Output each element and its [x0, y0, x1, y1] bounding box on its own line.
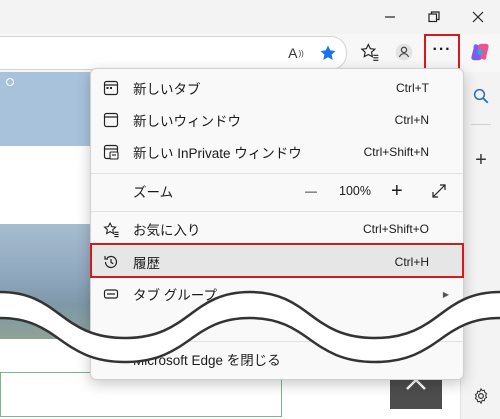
zoom-label: ズーム — [133, 185, 174, 200]
fullscreen-button[interactable] — [431, 183, 449, 201]
copilot-button[interactable] — [466, 38, 494, 66]
favorites-icon — [360, 43, 379, 61]
menu-item-new-window[interactable]: 新しいウィンドウ Ctrl+N — [91, 104, 463, 136]
menu-item-label: タブ グループ — [133, 288, 217, 303]
menu-item-shortcut: Ctrl+N — [394, 113, 429, 127]
menu-item-zoom: ズーム — 100% + — [91, 174, 463, 208]
menu-item-shortcut: Ctrl+Shift+O — [362, 222, 429, 236]
menu-item-favorites[interactable]: お気に入り Ctrl+Shift+O — [91, 213, 463, 245]
history-highlight-box — [90, 243, 464, 278]
tab-groups-icon — [102, 285, 120, 303]
menu-item-label: お気に入り — [133, 223, 201, 238]
restore-icon — [428, 11, 440, 23]
new-tab-icon — [102, 79, 120, 97]
minimize-button[interactable] — [368, 0, 412, 34]
gear-icon — [474, 387, 488, 405]
zoom-out-button[interactable]: — — [305, 184, 317, 198]
copilot-icon — [471, 43, 489, 61]
minimize-icon — [385, 16, 395, 18]
sidebar-settings-button[interactable] — [469, 384, 493, 408]
close-window-button[interactable] — [456, 0, 500, 34]
address-bar[interactable]: A)) — [0, 36, 347, 70]
profile-icon — [395, 43, 413, 61]
zoom-in-button[interactable]: + — [391, 180, 403, 203]
submenu-arrow-icon: ▶ — [442, 289, 449, 299]
read-aloud-icon: A — [288, 45, 298, 61]
sidebar-search-button[interactable] — [469, 84, 493, 108]
menu-item-close-edge[interactable]: Microsoft Edge を閉じる — [91, 343, 463, 375]
new-window-icon — [102, 111, 120, 129]
sidebar-add-button[interactable]: + — [469, 148, 493, 172]
toolbar: A)) ··· — [0, 34, 500, 72]
menu-separator — [91, 341, 463, 342]
more-icon: ··· — [432, 41, 452, 58]
menu-item-label: 新しい InPrivate ウィンドウ — [133, 146, 302, 161]
page-image-top — [0, 72, 92, 146]
star-filled-icon — [320, 45, 336, 60]
title-bar — [0, 0, 500, 34]
favorites-icon — [102, 220, 120, 238]
settings-and-more-button[interactable]: ··· — [424, 34, 460, 70]
menu-item-label: Microsoft Edge を閉じる — [133, 353, 281, 368]
plus-icon: + — [475, 148, 487, 171]
close-icon — [472, 11, 484, 23]
menu-item-label: 新しいタブ — [133, 82, 201, 97]
inprivate-icon — [102, 143, 120, 161]
sidebar-divider — [471, 124, 491, 125]
page-image-mountain — [0, 224, 92, 339]
restore-button[interactable] — [412, 0, 456, 34]
menu-item-new-inprivate-window[interactable]: 新しい InPrivate ウィンドウ Ctrl+Shift+N — [91, 136, 463, 168]
menu-item-label: 新しいウィンドウ — [133, 114, 241, 129]
settings-menu: 新しいタブ Ctrl+T 新しいウィンドウ Ctrl+N 新しい InPriva… — [90, 68, 464, 380]
menu-item-shortcut: Ctrl+Shift+N — [363, 145, 429, 159]
menu-item-shortcut: Ctrl+T — [396, 81, 429, 95]
expand-icon — [432, 184, 446, 198]
read-aloud-button[interactable]: A)) — [284, 41, 308, 65]
favorites-button[interactable] — [358, 40, 382, 64]
menu-item-new-tab[interactable]: 新しいタブ Ctrl+T — [91, 72, 463, 104]
profile-button[interactable] — [392, 40, 416, 64]
favorite-star-button[interactable] — [316, 41, 340, 65]
menu-item-tab-groups[interactable]: タブ グループ ▶ — [91, 278, 463, 310]
search-icon — [473, 88, 489, 104]
zoom-value: 100% — [339, 184, 371, 198]
menu-separator — [91, 211, 463, 212]
sidebar: + — [460, 72, 500, 419]
